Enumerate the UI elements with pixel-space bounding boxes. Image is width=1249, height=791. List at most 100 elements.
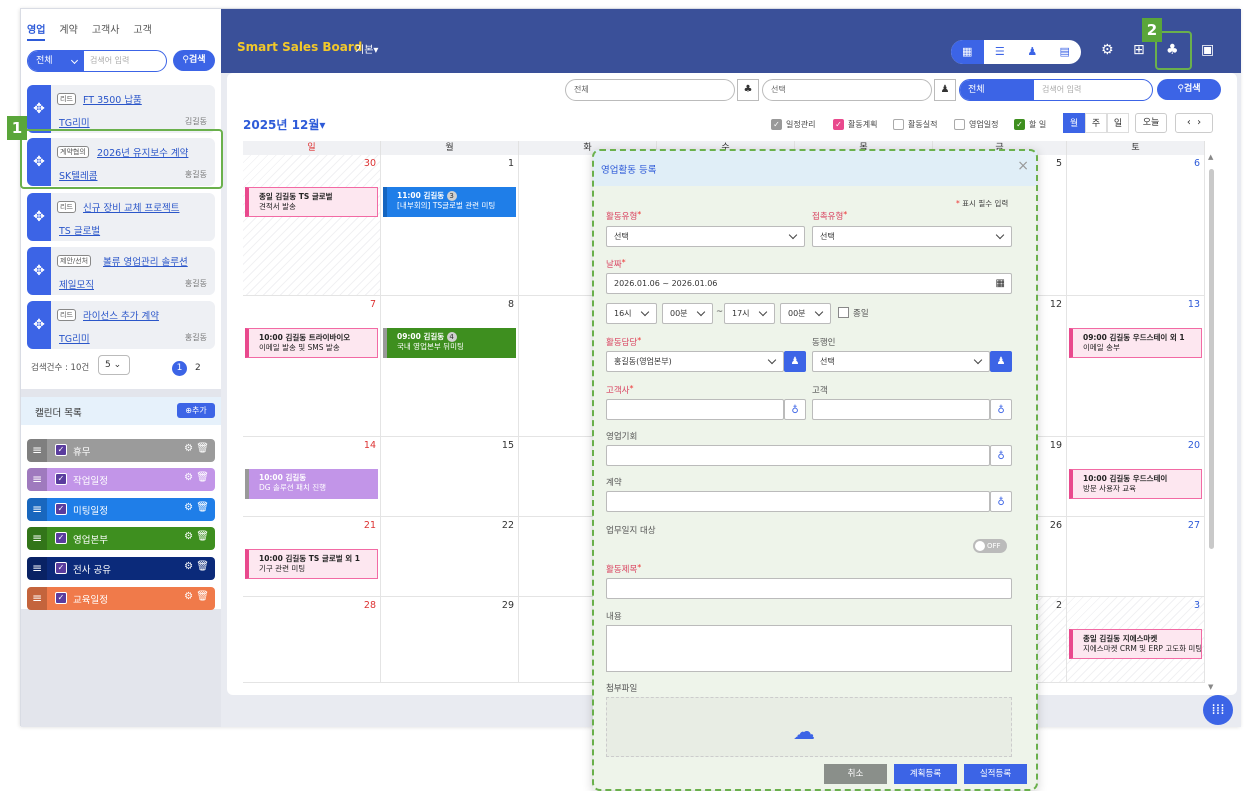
page-button-2[interactable]: 2 (195, 363, 201, 373)
tab-month[interactable]: 월 (1063, 113, 1085, 133)
month-selector[interactable]: 2025년 12월▾ (243, 116, 325, 133)
filter-select-1[interactable]: 전체 (565, 79, 735, 101)
calendar-checkbox[interactable]: ✓ (55, 473, 67, 485)
event-item[interactable]: 10:00 김길동 DG 솔루션 패치 진행 (245, 469, 378, 499)
day-cell[interactable]: 14 10:00 김길동 DG 솔루션 패치 진행 (243, 437, 381, 517)
event-item[interactable]: 10:00 김길동 트라이바이오 이메일 발송 및 SMS 발송 (245, 328, 378, 358)
legend-item[interactable]: ✓ 할 일 (1014, 119, 1046, 130)
legend-item[interactable]: 활동실적 (893, 119, 937, 130)
person-picker-button[interactable]: ♟ (934, 79, 956, 101)
day-cell[interactable]: 15 (381, 437, 519, 517)
settings-delete-icons[interactable]: ⚙ 🗑 (184, 443, 209, 454)
report-icon[interactable]: ▣ (1201, 42, 1214, 58)
left-search-button[interactable]: ⚲검색 (173, 50, 215, 71)
calendar-checkbox[interactable]: ✓ (55, 562, 67, 574)
settings-delete-icons[interactable]: ⚙ 🗑 (184, 561, 209, 572)
settings-delete-icons[interactable]: ⚙ 🗑 (184, 502, 209, 513)
mode-dropdown[interactable]: 기본▾ (355, 41, 378, 56)
calendar-search-input[interactable]: 검색어 입력 (1034, 80, 1152, 100)
event-item[interactable]: 종일 김길동 지에스마켓 지에스마켓 CRM 및 ERP 고도화 미팅 (1069, 629, 1202, 659)
legend-item[interactable]: ✓ 활동계획 (833, 119, 877, 130)
calendar-search-select[interactable]: 전체 (960, 80, 1034, 100)
opportunity-company-link[interactable]: TS 글로벌 (59, 223, 100, 237)
day-cell[interactable]: 6 (1067, 155, 1205, 296)
event-item[interactable]: 09:00 김길동 4 국내 영업본부 뒤미팅 (383, 328, 516, 358)
left-search-input[interactable]: 검색어 입력 (84, 51, 166, 71)
settings-delete-icons[interactable]: ⚙ 🗑 (184, 472, 209, 483)
filter-select-2[interactable]: 선택 (762, 79, 932, 101)
event-item[interactable]: 종일 김길동 TS 글로벌 견적서 발송 (245, 187, 378, 217)
tab-client-company[interactable]: 고객사 (92, 21, 120, 41)
day-cell[interactable]: 30 종일 김길동 TS 글로벌 견적서 발송 (243, 155, 381, 296)
day-cell[interactable]: 8 09:00 김길동 4 국내 영업본부 뒤미팅 (381, 296, 519, 437)
calendar-item[interactable]: ≡ ✓ 교육일정 ⚙ 🗑 (27, 587, 215, 610)
chevron-left-icon[interactable]: ‹ (1187, 117, 1191, 128)
checkbox-checked-icon[interactable]: ✓ (771, 119, 782, 130)
calendar-checkbox[interactable]: ✓ (55, 592, 67, 604)
day-cell[interactable]: 1 11:00 김길동 3 [내부회의] TS글로벌 관련 미팅 (381, 155, 519, 296)
today-button[interactable]: 오늘 (1135, 113, 1167, 133)
menu-icon[interactable]: ≡ (27, 468, 47, 491)
left-filter-select[interactable]: 전체 (28, 51, 84, 71)
menu-icon[interactable]: ≡ (27, 498, 47, 521)
checkbox-icon[interactable] (954, 119, 965, 130)
day-cell[interactable]: 29 (381, 597, 519, 683)
opportunity-company-link[interactable]: TG리미 (59, 331, 90, 345)
tab-client[interactable]: 고객 (133, 21, 151, 41)
drag-handle-icon[interactable]: ✥ (27, 85, 51, 133)
legend-item[interactable]: ✓ 일정관리 (771, 119, 815, 130)
prev-next-buttons[interactable]: ‹ › (1175, 113, 1213, 133)
opportunity-company-link[interactable]: TG리미 (59, 115, 90, 129)
apps-grid-button[interactable]: ⁞⁞⁞ (1203, 695, 1233, 725)
calendar-item[interactable]: ≡ ✓ 미팅일정 ⚙ 🗑 (27, 498, 215, 521)
checkbox-checked-icon[interactable]: ✓ (833, 119, 844, 130)
drag-handle-icon[interactable]: ✥ (27, 193, 51, 241)
opportunity-card[interactable]: ✥ 제안/선처 볼류 영업관리 솔루션 제일모직 홍길동 (27, 247, 215, 295)
opportunity-card[interactable]: ✥ 리드 FT 3500 납품 TG리미 김길동 (27, 85, 215, 133)
day-cell[interactable]: 13 09:00 김길동 우드스테이 외 1 이메일 송부 (1067, 296, 1205, 437)
day-cell[interactable]: 22 (381, 517, 519, 597)
calendar-item[interactable]: ≡ ✓ 작업일정 ⚙ 🗑 (27, 468, 215, 491)
day-cell[interactable]: 3 종일 김길동 지에스마켓 지에스마켓 CRM 및 ERP 고도화 미팅 (1067, 597, 1205, 683)
menu-icon[interactable]: ≡ (27, 587, 47, 610)
day-cell[interactable]: 28 (243, 597, 381, 683)
opportunity-title-link[interactable]: 라이선스 추가 계약 (83, 308, 159, 322)
tab-sales[interactable]: 영업 (27, 21, 46, 41)
scrollbar-thumb[interactable] (1209, 169, 1214, 549)
opportunity-company-link[interactable]: 제일모직 (59, 277, 94, 291)
tab-day[interactable]: 일 (1107, 113, 1129, 133)
calendar-view-icon[interactable]: ▦ (951, 40, 984, 64)
per-page-select[interactable]: 5 ⌄ (98, 355, 130, 375)
menu-icon[interactable]: ≡ (27, 439, 47, 462)
calendar-item[interactable]: ≡ ✓ 영업본부 ⚙ 🗑 (27, 527, 215, 550)
opportunity-title-link[interactable]: 신규 장비 교체 프로젝트 (83, 200, 179, 214)
event-item[interactable]: 09:00 김길동 우드스테이 외 1 이메일 송부 (1069, 328, 1202, 358)
calendar-scrollbar[interactable]: ▲ ▼ (1208, 153, 1215, 693)
tab-contract[interactable]: 계약 (59, 21, 77, 41)
scroll-up-icon[interactable]: ▲ (1208, 153, 1213, 161)
checkbox-checked-icon[interactable]: ✓ (1014, 119, 1025, 130)
opportunity-title-link[interactable]: 볼류 영업관리 솔루션 (103, 254, 188, 268)
event-item[interactable]: 11:00 김길동 3 [내부회의] TS글로벌 관련 미팅 (383, 187, 516, 217)
tab-week[interactable]: 주 (1085, 113, 1107, 133)
day-cell[interactable]: 20 10:00 김길동 우드스테이 방문 사용자 교육 (1067, 437, 1205, 517)
drag-handle-icon[interactable]: ✥ (27, 301, 51, 349)
grid-view-icon[interactable]: ▤ (1049, 40, 1082, 64)
day-cell[interactable]: 7 10:00 김길동 트라이바이오 이메일 발송 및 SMS 발송 (243, 296, 381, 437)
calendar-search-button[interactable]: ⚲검색 (1157, 79, 1221, 100)
opportunity-card[interactable]: ✥ 리드 라이선스 추가 계약 TG리미 홍길동 (27, 301, 215, 349)
menu-icon[interactable]: ≡ (27, 527, 47, 550)
add-calendar-button[interactable]: ⊕추가 (177, 403, 215, 418)
add-schedule-icon[interactable]: ⊞ (1133, 42, 1145, 58)
calendar-item[interactable]: ≡ ✓ 전사 공유 ⚙ 🗑 (27, 557, 215, 580)
checkbox-icon[interactable] (893, 119, 904, 130)
opportunity-title-link[interactable]: FT 3500 납품 (83, 92, 142, 106)
day-cell[interactable]: 21 10:00 김길동 TS 글로벌 외 1 기구 관련 미팅 (243, 517, 381, 597)
opportunity-card[interactable]: ✥ 리드 신규 장비 교체 프로젝트 TS 글로벌 (27, 193, 215, 241)
settings-delete-icons[interactable]: ⚙ 🗑 (184, 531, 209, 542)
drag-handle-icon[interactable]: ✥ (27, 247, 51, 295)
list-view-icon[interactable]: ☰ (984, 40, 1017, 64)
day-cell[interactable]: 27 (1067, 517, 1205, 597)
calendar-checkbox[interactable]: ✓ (55, 532, 67, 544)
event-item[interactable]: 10:00 김길동 우드스테이 방문 사용자 교육 (1069, 469, 1202, 499)
